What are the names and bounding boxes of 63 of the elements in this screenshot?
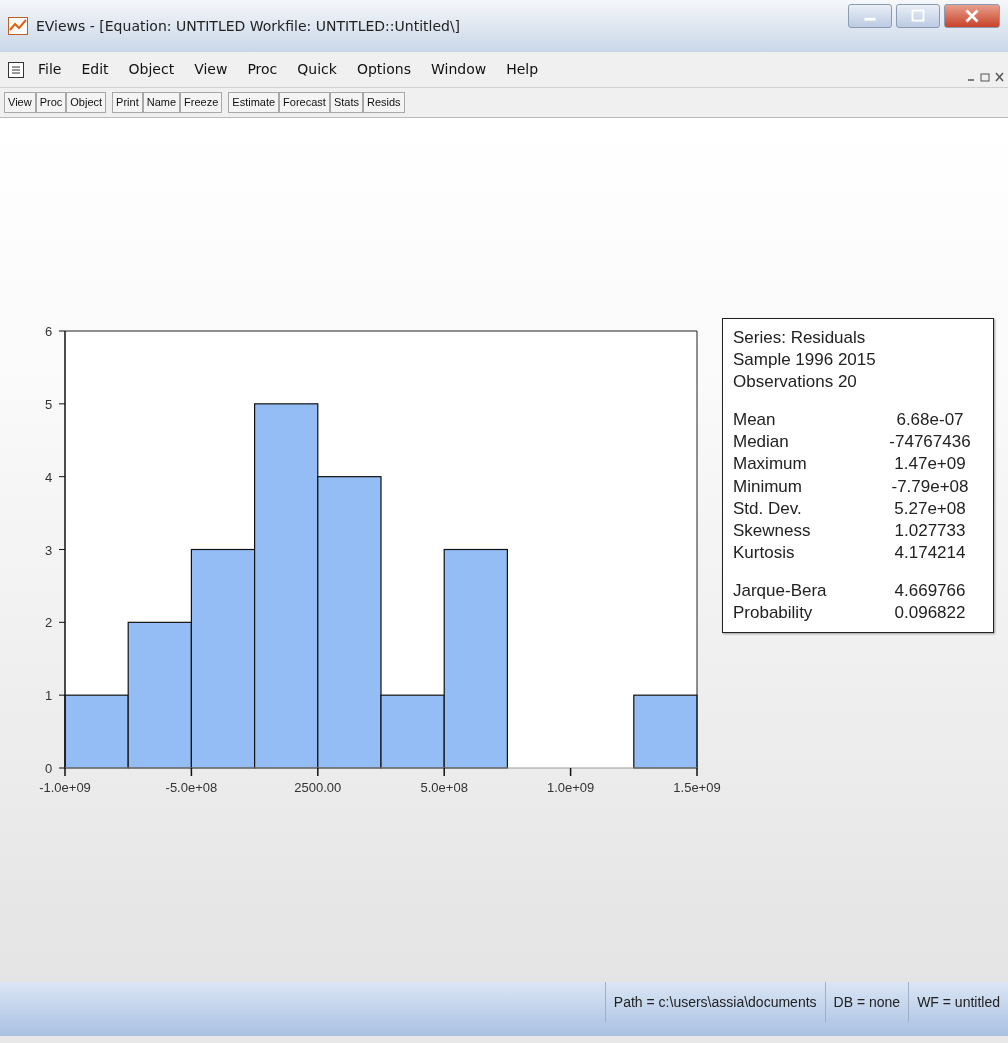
status-pane: DB = none [824,982,909,1022]
close-icon[interactable] [944,4,1000,28]
toolbar-button[interactable]: Print [112,91,143,114]
stat-value: 4.669766 [893,579,967,602]
menu-item[interactable]: Object [118,59,185,80]
stat-label: Kurtosis [733,541,795,564]
y-tick-label: 1 [45,688,53,704]
y-tick-label: 6 [45,324,53,339]
status-pane: Path = c:\users\assia\documents [604,982,825,1022]
app-logo-icon [8,17,28,35]
window-title: EViews - [Equation: UNTITLED Workfile: UNTITLED::Untitled\] [36,16,461,36]
menu-item[interactable]: File [28,59,72,80]
minimize-icon[interactable] [848,4,892,28]
stat-label: Skewness [733,519,811,542]
stats-heading: Sample 1996 2015 [733,349,877,372]
stat-label: Probability [733,602,813,625]
maximize-icon[interactable] [896,4,940,28]
toolbar-button[interactable]: Resids [362,91,405,114]
toolbar-button[interactable]: Forecast [279,91,330,114]
x-tick-label: 2500.00 [294,780,342,795]
stat-value: 6.68e-07 [895,409,965,432]
stat-label: Maximum [733,453,807,476]
toolbar-button[interactable]: View [4,91,36,114]
x-tick-label: 5.0e+08 [420,780,468,795]
x-tick-label: -5.0e+08 [165,780,218,795]
stat-value: -7.79e+08 [890,475,970,498]
x-tick-label: 1.5e+09 [673,780,721,795]
menu-item[interactable]: Proc [237,59,288,80]
stat-value: 1.027733 [893,519,967,542]
stats-heading: Observations 20 [733,371,858,394]
y-tick-label: 5 [45,396,53,412]
x-tick-label: -1.0e+09 [39,780,91,795]
stat-value: 0.096822 [893,602,967,625]
document-menu-icon[interactable] [8,61,24,78]
menu-item[interactable]: View [184,59,238,80]
toolbar-button[interactable]: Proc [35,91,67,114]
status-pane: WF = untitled [908,982,1008,1022]
menu-item[interactable]: Quick [287,59,347,80]
y-tick-label: 2 [45,615,53,631]
stat-label: Std. Dev. [733,497,802,520]
y-tick-label: 0 [45,761,53,776]
stat-label: Jarque-Bera [733,579,827,602]
menu-item[interactable]: Help [496,59,549,80]
menu-item[interactable]: Edit [71,59,119,80]
stats-heading: Series: Residuals [733,327,867,349]
toolbar-button[interactable]: Name [142,91,181,114]
stat-value: 4.174214 [893,541,967,564]
stat-value: 5.27e+08 [893,497,967,520]
x-tick-label: 1.0e+09 [546,780,595,795]
y-tick-label: 4 [45,469,53,485]
y-tick-label: 3 [45,542,53,558]
stat-label: Median [733,431,789,454]
stat-value: -74767436 [888,431,972,454]
stat-value: 1.47e+09 [893,453,967,476]
menu-item[interactable]: Options [346,59,421,80]
stat-label: Mean [733,409,776,432]
toolbar-button[interactable]: Estimate [228,91,280,114]
restore-child-icon[interactable] [966,70,1006,84]
toolbar-button[interactable]: Object [66,91,107,114]
toolbar-button[interactable]: Freeze [180,91,223,114]
toolbar-button[interactable]: Stats [329,91,363,114]
stat-label: Minimum [733,475,802,498]
menu-item[interactable]: Window [420,59,497,80]
